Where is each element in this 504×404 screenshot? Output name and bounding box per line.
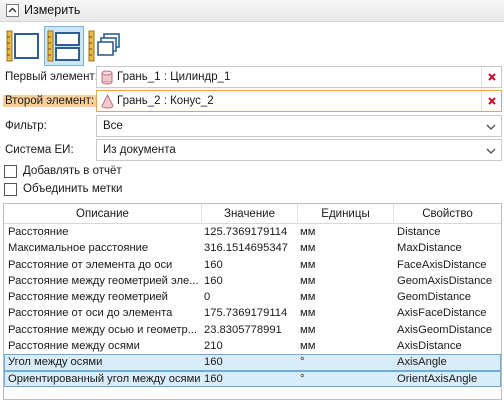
cell-property: AxisFaceDistance	[397, 307, 487, 320]
chevron-down-icon	[486, 124, 496, 130]
table-row[interactable]: Расстояние между осью и геометр... 23.830…	[4, 322, 501, 338]
first-element-value: Грань_1 : Цилиндр_1	[117, 71, 231, 83]
units-system-value: Из документа	[103, 144, 176, 156]
column-header-property[interactable]: Свойство	[394, 204, 501, 224]
results-table: Описание Значение Единицы Свойство Расст…	[3, 203, 502, 400]
cell-description: Расстояние от оси до элемента	[8, 307, 173, 320]
cell-description: Максимальное расстояние	[8, 242, 149, 255]
cell-units: мм	[300, 323, 316, 336]
merge-labels-checkbox[interactable]	[4, 183, 17, 196]
cell-property: Distance	[397, 226, 441, 238]
second-element-label: Второй элемент:	[3, 95, 97, 107]
cell-description: Угол между осями	[8, 356, 103, 369]
cone-icon	[101, 94, 114, 109]
single-view-button[interactable]	[3, 26, 43, 66]
second-element-field[interactable]: Грань_2 : Конус_2	[96, 90, 502, 112]
filter-label: Фильтр:	[5, 120, 47, 132]
ruler-single-frame-icon	[6, 30, 39, 62]
first-element-field[interactable]: Грань_1 : Цилиндр_1	[96, 66, 502, 88]
cell-property: AxisAngle	[397, 356, 447, 369]
table-row[interactable]: Расстояние от оси до элемента 175.7369179…	[4, 305, 501, 321]
add-to-report-checkbox[interactable]	[4, 165, 17, 178]
chevron-up-icon	[8, 7, 17, 13]
add-to-report-label: Добавлять в отчёт	[23, 165, 122, 177]
collapse-button[interactable]	[6, 4, 19, 17]
cell-description: Расстояние между геометрией эле...	[8, 274, 199, 287]
cell-description: Расстояние от элемента до оси	[8, 258, 173, 271]
cell-property: GeomDistance	[397, 291, 471, 304]
column-header-value[interactable]: Значение	[202, 204, 298, 224]
cell-units: мм	[300, 242, 316, 255]
stacked-view-button[interactable]	[85, 26, 125, 66]
table-row[interactable]: Угол между осями 160 ° AxisAngle	[4, 354, 501, 371]
table-row[interactable]: Ориентированный угол между осями 160 ° Orie…	[4, 370, 501, 387]
cell-property: OrientAxisAngle	[397, 372, 478, 385]
cell-units: °	[300, 356, 305, 369]
ruler-stacked-frames-icon	[88, 30, 120, 62]
cell-description: Расстояние	[8, 226, 69, 238]
column-header-description[interactable]: Описание	[4, 204, 202, 224]
panel-title: Измерить	[24, 3, 81, 17]
table-body: Расстояние 125.7369179114 мм Distance Максим…	[4, 224, 501, 387]
cell-units: мм	[300, 258, 316, 271]
close-icon	[488, 73, 496, 81]
chevron-down-icon	[486, 148, 496, 154]
units-system-select[interactable]: Из документа	[96, 139, 502, 161]
table-row[interactable]: Расстояние 125.7369179114 мм Distance	[4, 224, 501, 240]
cell-property: AxisDistance	[397, 340, 462, 353]
ruler-split-frame-icon	[47, 30, 80, 62]
cell-units: мм	[300, 291, 316, 304]
merge-labels-label: Объединить метки	[23, 183, 123, 195]
table-header: Описание Значение Единицы Свойство	[4, 204, 501, 224]
cell-units: °	[300, 372, 305, 385]
clear-second-button[interactable]	[481, 91, 501, 111]
cell-property: GeomAxisDistance	[397, 274, 493, 287]
close-icon	[488, 97, 496, 105]
cell-description: Расстояние между геометрией	[8, 291, 168, 304]
cell-units: мм	[300, 226, 316, 238]
cell-property: AxisGeomDistance	[397, 323, 493, 336]
split-view-button[interactable]	[44, 26, 84, 66]
clear-first-button[interactable]	[481, 67, 501, 87]
panel-header: Измерить	[0, 0, 504, 22]
cylinder-icon	[101, 70, 113, 85]
cell-units: мм	[300, 274, 316, 287]
table-row[interactable]: Расстояние между геометрией 0 мм GeomDistan…	[4, 289, 501, 305]
cell-units: мм	[300, 307, 316, 320]
cell-property: FaceAxisDistance	[397, 258, 487, 271]
table-row[interactable]: Максимальное расстояние 316.1514695347 мм M…	[4, 240, 501, 256]
table-row[interactable]: Расстояние между осями 210 мм AxisDistance	[4, 338, 501, 354]
cell-units: мм	[300, 340, 316, 353]
table-row[interactable]: Расстояние между геометрией эле... 160 мм G…	[4, 273, 501, 289]
cell-description: Расстояние между осями	[8, 340, 140, 353]
table-row[interactable]: Расстояние от элемента до оси 160 мм FaceAx…	[4, 257, 501, 273]
filter-value: Все	[103, 120, 123, 132]
first-element-label: Первый элемент:	[5, 71, 98, 83]
column-header-units[interactable]: Единицы	[298, 204, 394, 224]
units-system-label: Система ЕИ:	[5, 144, 74, 156]
cell-description: Ориентированный угол между осями	[8, 372, 200, 385]
cell-description: Расстояние между осью и геометр...	[8, 323, 198, 336]
cell-property: MaxDistance	[397, 242, 462, 255]
filter-select[interactable]: Все	[96, 115, 502, 137]
second-element-value: Грань_2 : Конус_2	[117, 95, 214, 107]
